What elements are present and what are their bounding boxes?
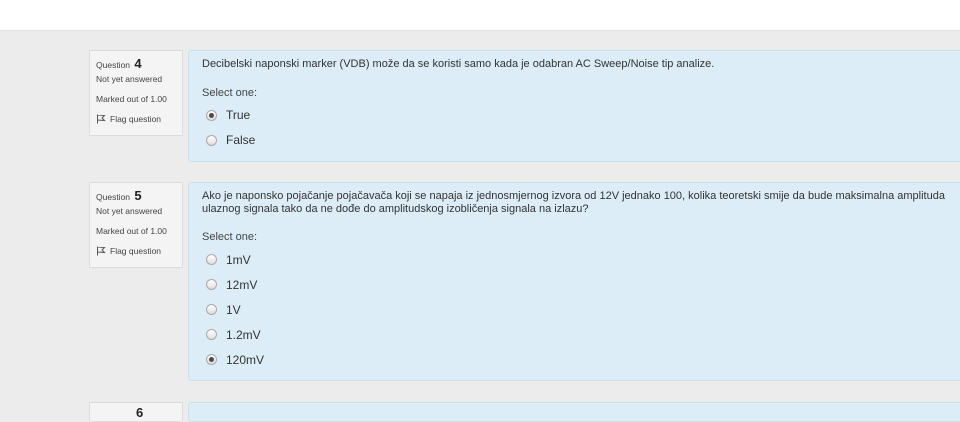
- answer-label[interactable]: True: [226, 108, 250, 122]
- question-label: Question: [96, 60, 131, 70]
- question-text: Decibelski naponski marker (VDB) može da…: [202, 58, 715, 70]
- answer-label[interactable]: 1V: [226, 303, 241, 317]
- question-info: Question 5 Not yet answered Marked out o…: [89, 182, 183, 268]
- radio-button[interactable]: [206, 134, 217, 146]
- top-bar: [0, 0, 960, 31]
- answer-label[interactable]: False: [226, 133, 255, 147]
- question-marks: Marked out of 1.00: [96, 94, 167, 104]
- question-content: [188, 402, 960, 422]
- radio-button-selected[interactable]: [206, 109, 217, 121]
- flag-question-button[interactable]: Flag question: [96, 114, 182, 124]
- question-info: 6: [89, 402, 183, 422]
- radio-button[interactable]: [206, 329, 217, 340]
- radio-button[interactable]: [206, 304, 217, 315]
- answer-label[interactable]: 12mV: [226, 278, 257, 292]
- answer-option[interactable]: 1V: [202, 297, 956, 322]
- radio-button[interactable]: [206, 254, 217, 265]
- answer-label[interactable]: 1.2mV: [226, 328, 261, 342]
- question-info: Question 4 Not yet answered Marked out o…: [89, 50, 183, 136]
- question-number-line: Question 5: [96, 188, 182, 203]
- answer-option[interactable]: True: [202, 103, 956, 128]
- question-state: Not yet answered: [96, 206, 163, 216]
- answer-option[interactable]: 12mV: [202, 272, 956, 297]
- flag-question-label: Flag question: [110, 246, 162, 256]
- answer-option[interactable]: False: [202, 128, 956, 153]
- question-number-line: Question 4: [96, 56, 182, 71]
- question-marks: Marked out of 1.00: [96, 226, 167, 236]
- flag-question-button[interactable]: Flag question: [96, 246, 182, 256]
- question-text: Ako je naponsko pojačanje pojačavača koj…: [202, 190, 945, 215]
- select-one-prompt: Select one:: [202, 231, 258, 243]
- question-content: Ako je naponsko pojačanje pojačavača koj…: [188, 182, 960, 381]
- radio-button[interactable]: [206, 279, 217, 290]
- question-content: Decibelski naponski marker (VDB) može da…: [188, 50, 960, 162]
- flag-icon: [96, 114, 106, 124]
- question-number: 6: [136, 405, 144, 420]
- answer-label[interactable]: 120mV: [226, 353, 264, 367]
- answer-option[interactable]: 1.2mV: [202, 322, 956, 347]
- question-number: 5: [134, 188, 142, 203]
- question-number-line: 6: [96, 405, 182, 420]
- answer-option[interactable]: 120mV: [202, 347, 956, 372]
- answer-label[interactable]: 1mV: [226, 253, 251, 267]
- question-state: Not yet answered: [96, 74, 163, 84]
- flag-icon: [96, 246, 106, 256]
- question-label: Question: [96, 192, 131, 202]
- flag-question-label: Flag question: [110, 114, 162, 124]
- answer-option[interactable]: 1mV: [202, 247, 956, 272]
- question-number: 4: [134, 56, 142, 71]
- radio-button-selected[interactable]: [206, 354, 217, 365]
- select-one-prompt: Select one:: [202, 86, 258, 99]
